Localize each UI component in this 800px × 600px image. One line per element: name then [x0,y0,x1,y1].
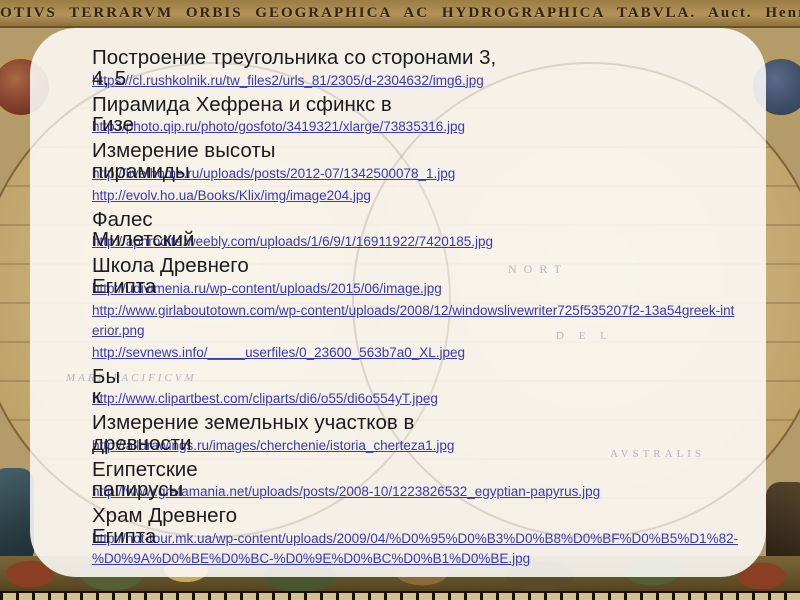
item-link-row: Гизе http://photo.qip.ru/photo/gosfoto/3… [92,113,740,137]
item-title-line: Египта [92,524,157,548]
item-url-link[interactable]: https://cl.rushkolnik.ru/tw_files2/urls_… [92,71,484,91]
item-title-line: пирамиды [92,159,190,183]
item-url-link[interactable]: http://www.girlaboutotown.com/wp-content… [92,301,740,341]
reference-item: Школа Древнего Египта http://udivimenia.… [92,254,740,299]
reference-item: http://evolv.ho.ua/Books/Klix/img/image2… [92,186,740,206]
reference-item: http://sevnews.info/_____userfiles/0_236… [92,343,740,363]
item-title: Пирамида Хефрена и сфинкс в [92,93,740,118]
item-title: Египетские [92,458,740,483]
reference-item: Фалес Милетский http://aphrodite.weebly.… [92,208,740,253]
item-title-line: 4, 5 [92,66,127,90]
item-link-row: http://www.girlaboutotown.com/wp-content… [92,301,740,341]
reference-item: Бы к http://www.clipartbest.com/cliparts… [92,365,740,410]
item-title-line: Гизе [92,113,134,136]
item-url-link[interactable]: http://sevnews.info/_____userfiles/0_236… [92,343,465,363]
reference-item: Построение треугольника со сторонами 3, … [92,46,740,91]
item-title: Бы [92,365,740,390]
item-title-line: Милетский [92,228,195,251]
item-title: Построение треугольника со сторонами 3, [92,46,740,71]
item-link-row: папирусы http://www.grafamania.net/uploa… [92,478,740,502]
item-url-link[interactable]: http://hot-tour.mk.ua/wp-content/uploads… [92,529,740,569]
item-title-line: Бы [92,364,121,388]
item-title-line: Храм Древнего [92,504,237,527]
item-title-line: Египта [92,274,157,298]
item-link-row: Милетский http://aphrodite.weebly.com/up… [92,228,740,252]
item-title-line: древности [92,431,192,455]
item-title-line: Построение треугольника со сторонами 3, [92,46,497,69]
item-link-row: 4, 5 https://cl.rushkolnik.ru/tw_files2/… [92,67,740,91]
references-list: Построение треугольника со сторонами 3, … [92,46,740,571]
map-scale-ruler [0,591,800,600]
reference-item: Измерение высоты пирамиды http://livetho… [92,139,740,184]
item-link-row: пирамиды http://livethome.ru/uploads/pos… [92,160,740,184]
item-link-row: Египта http://udivimenia.ru/wp-content/u… [92,275,740,299]
item-url-link[interactable]: http://photo.qip.ru/photo/gosfoto/341932… [92,117,465,137]
item-title-line: папирусы [92,478,184,501]
item-link-row: древности http://alldrawings.ru/images/c… [92,432,740,456]
item-url-link[interactable]: http://evolv.ho.ua/Books/Klix/img/image2… [92,186,371,206]
item-url-link[interactable]: http://www.clipartbest.com/cliparts/di6/… [92,389,438,409]
item-title-line: Школа Древнего [92,254,249,277]
item-link-row: Египта http://hot-tour.mk.ua/wp-content/… [92,525,740,569]
reference-item: Пирамида Хефрена и сфинкс в Гизе http://… [92,93,740,138]
item-link-row: http://evolv.ho.ua/Books/Klix/img/image2… [92,186,740,206]
item-title-line: Пирамида Хефрена и сфинкс в [92,92,392,116]
map-title-banner: VA TOTIVS TERRARVM ORBIS GEOGRAPHICA AC … [0,0,800,28]
item-link-row: http://sevnews.info/_____userfiles/0_236… [92,343,740,363]
reference-item: http://www.girlaboutotown.com/wp-content… [92,301,740,341]
item-title-line: Египетские [92,457,198,481]
map-title-text: VA TOTIVS TERRARVM ORBIS GEOGRAPHICA AC … [0,4,800,21]
item-title: Храм Древнего [92,504,740,529]
item-title-line: к [92,385,101,408]
item-title: Школа Древнего [92,254,740,279]
reference-item: Измерение земельных участков в древности… [92,411,740,456]
presentation-slide: VA TOTIVS TERRARVM ORBIS GEOGRAPHICA AC … [0,0,800,600]
reference-item: Храм Древнего Египта http://hot-tour.mk.… [92,504,740,569]
item-link-row: к http://www.clipartbest.com/cliparts/di… [92,385,740,409]
reference-item: Египетские папирусы http://www.grafamani… [92,458,740,503]
map-figure-bottom-left [0,468,34,564]
